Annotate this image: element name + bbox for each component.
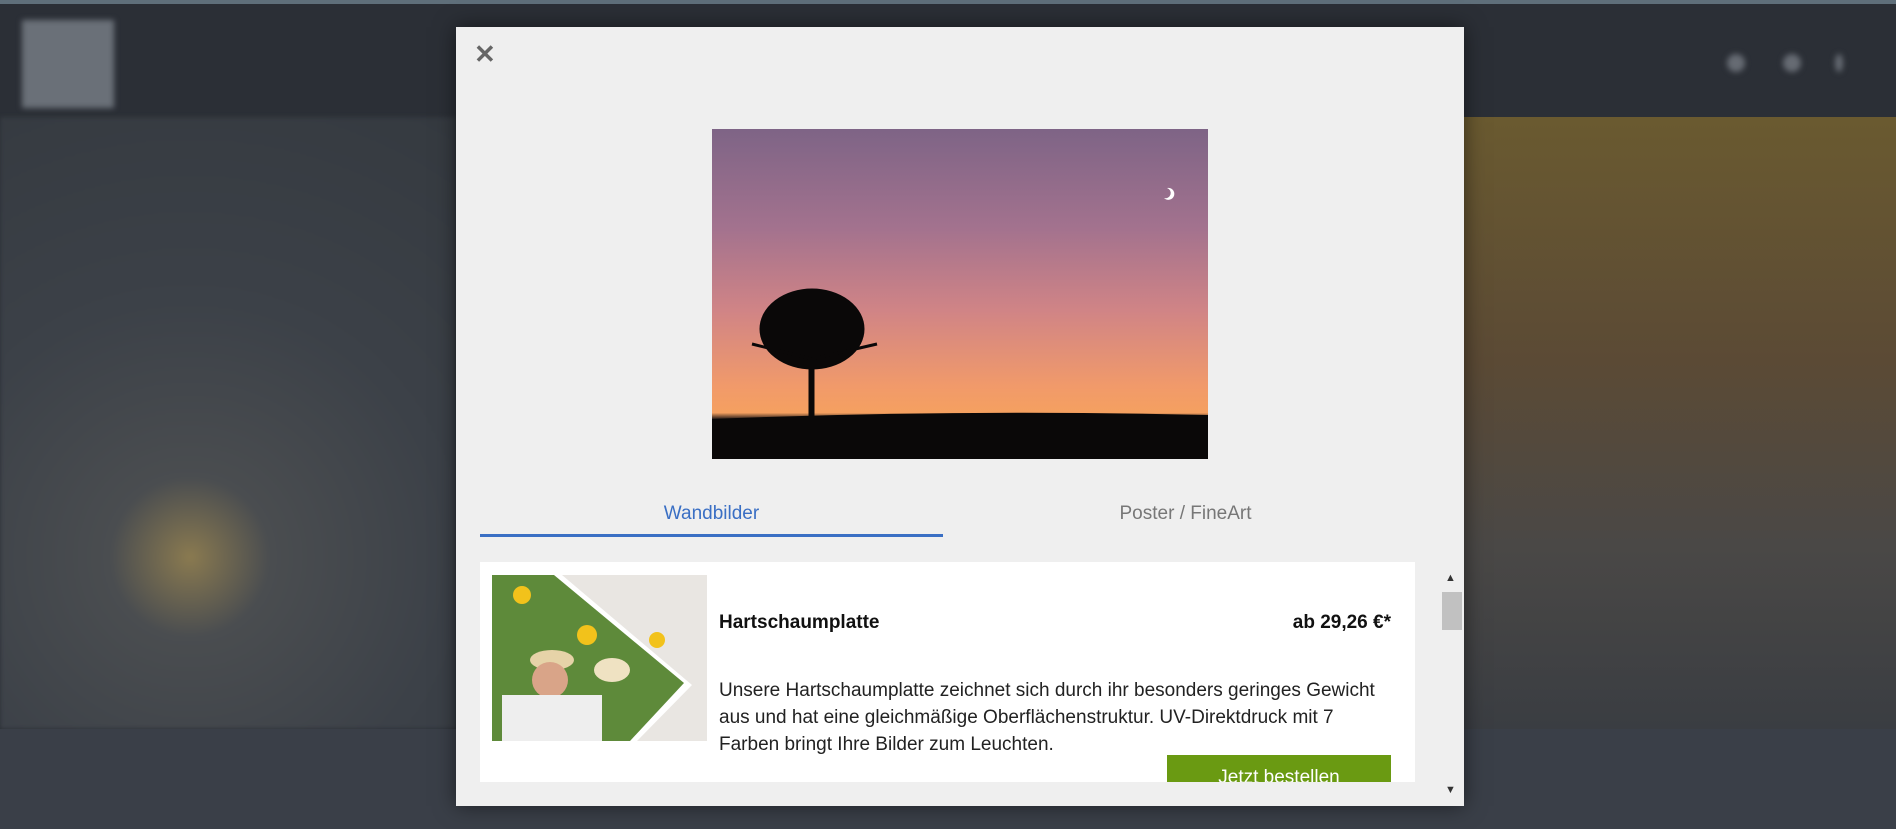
product-description: Unsere Hartschaumplatte zeichnet sich du… xyxy=(719,680,1375,755)
product-price: ab 29,26 €* xyxy=(1292,612,1391,633)
tab-wandbilder[interactable]: Wandbilder xyxy=(480,493,943,537)
cart-icon xyxy=(1783,54,1801,72)
preview-image xyxy=(712,129,1208,459)
background-image-left xyxy=(0,117,456,729)
tab-bar: Wandbilder Poster / FineArt xyxy=(480,493,1428,537)
logo xyxy=(22,20,114,108)
background-image-right xyxy=(1464,117,1896,729)
product-title: Hartschaumplatte xyxy=(719,612,880,633)
close-button[interactable]: ✕ xyxy=(474,41,496,67)
scrollbar-thumb[interactable] xyxy=(1442,592,1462,630)
order-button[interactable]: Jetzt bestellen xyxy=(1167,755,1391,782)
menu-icon xyxy=(1835,54,1843,72)
scroll-down-arrow-icon[interactable]: ▼ xyxy=(1445,784,1456,796)
product-modal: ✕ Wandbilder Poster / FineArt Hartschaum… xyxy=(456,27,1464,806)
tab-poster-fineart[interactable]: Poster / FineArt xyxy=(943,493,1428,537)
scrollbar[interactable]: ▲ ▼ xyxy=(1441,562,1462,806)
product-thumbnail xyxy=(492,575,707,741)
scroll-up-arrow-icon[interactable]: ▲ xyxy=(1445,572,1456,584)
product-list: Hartschaumplatte ab 29,26 €* Unsere Hart… xyxy=(480,562,1415,782)
wishlist-icon xyxy=(1727,54,1745,72)
